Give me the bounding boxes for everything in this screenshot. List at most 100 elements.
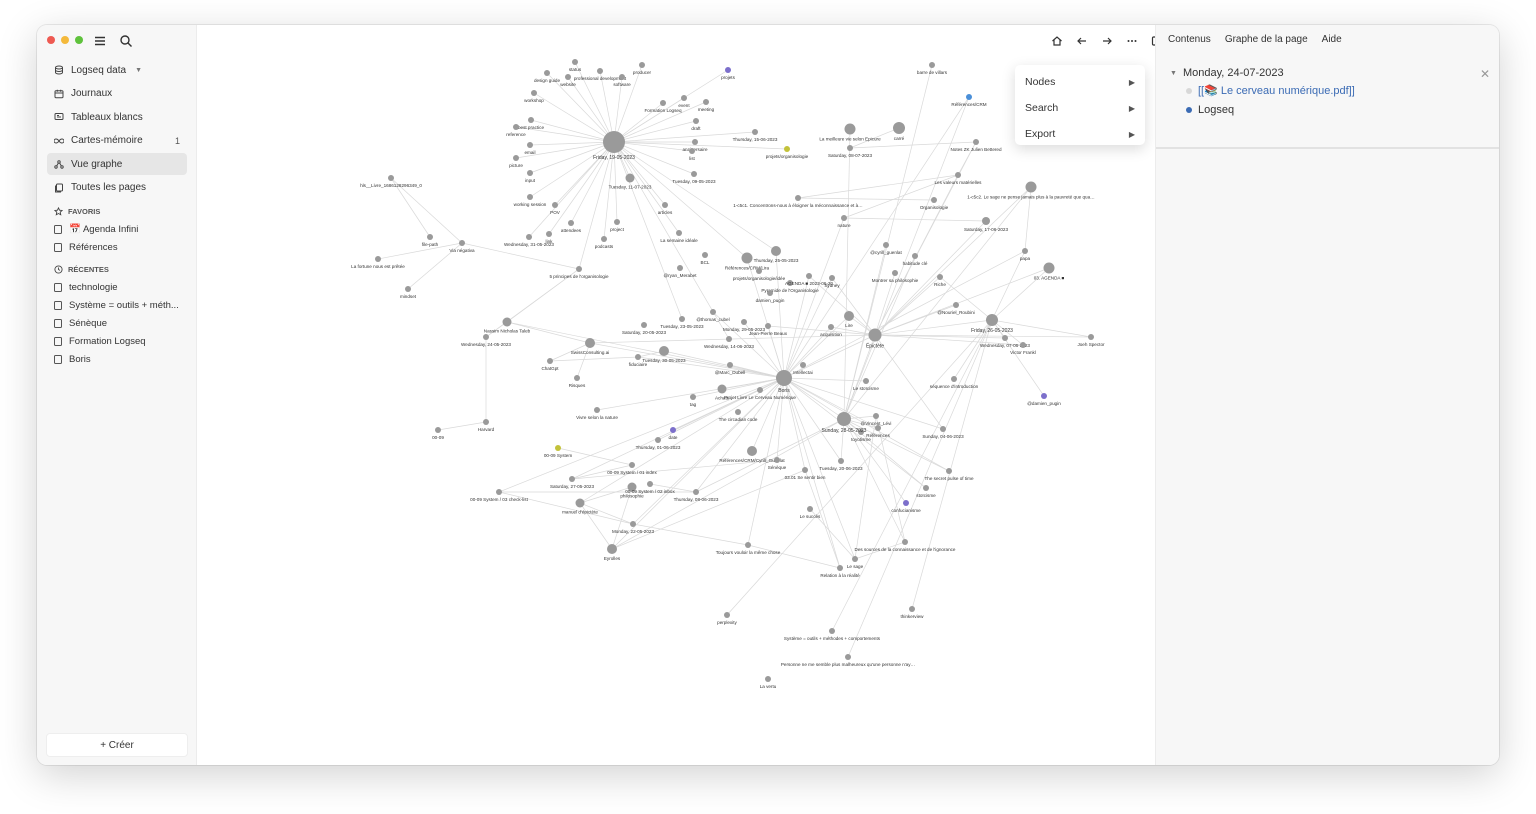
graph-node[interactable]: thinkerview (901, 606, 925, 619)
graph-node-dot[interactable] (951, 376, 957, 382)
graph-node-dot[interactable] (614, 219, 620, 225)
graph-node-dot[interactable] (725, 67, 731, 73)
recent-item[interactable]: Système = outils + méth... (47, 297, 187, 315)
graph-node[interactable]: projets/organisologie (766, 146, 809, 159)
minimize-window-button[interactable] (61, 36, 69, 44)
graph-node[interactable]: 00-09 System (544, 445, 573, 458)
graph-node-dot[interactable] (375, 256, 381, 262)
graph-node-dot[interactable] (526, 234, 532, 240)
graph-node-dot[interactable] (483, 419, 489, 425)
graph-node-dot[interactable] (1088, 334, 1094, 340)
graph-node-dot[interactable] (619, 74, 625, 80)
graph-node[interactable]: La meilleure vie selon Epicure (819, 123, 881, 142)
graph-node-dot[interactable] (873, 413, 879, 419)
graph-node-dot[interactable] (955, 172, 961, 178)
graph-node-dot[interactable] (982, 217, 990, 225)
create-button[interactable]: + Créer (46, 733, 188, 757)
menu-icon[interactable] (92, 33, 108, 49)
graph-node[interactable]: project (610, 219, 625, 232)
favorites-header[interactable]: FAVORIS (47, 203, 187, 221)
graph-node[interactable]: best practice (518, 117, 544, 130)
menu-item-export[interactable]: Export ▶ (1015, 121, 1145, 147)
graph-node-dot[interactable] (845, 654, 851, 660)
graph-node-dot[interactable] (784, 146, 790, 152)
sidebar-item-all-pages[interactable]: Toutes les pages (47, 177, 187, 199)
graph-node-dot[interactable] (923, 485, 929, 491)
graph-node-dot[interactable] (670, 427, 676, 433)
graph-node-dot[interactable] (946, 468, 952, 474)
back-arrow-icon[interactable] (1074, 33, 1090, 49)
graph-node-dot[interactable] (641, 322, 647, 328)
graph-switcher[interactable]: Logseq data ▼ (47, 59, 187, 81)
graph-node-dot[interactable] (852, 556, 858, 562)
tab-page-graph[interactable]: Graphe de la page (1225, 34, 1308, 45)
graph-node-dot[interactable] (1025, 181, 1037, 193)
recents-header[interactable]: RÉCENTES (47, 261, 187, 279)
graph-node-dot[interactable] (893, 122, 905, 134)
graph-node[interactable]: podcasts (595, 236, 614, 249)
graph-node[interactable]: status (569, 59, 582, 72)
graph-node-dot[interactable] (847, 145, 853, 151)
graph-node[interactable]: tag (690, 394, 697, 407)
graph-node[interactable]: séquence d'introduction (930, 376, 979, 389)
graph-node-dot[interactable] (752, 129, 758, 135)
graph-node-dot[interactable] (585, 338, 595, 348)
graph-node[interactable]: working session (514, 194, 547, 207)
graph-node[interactable]: Lire (844, 311, 854, 328)
forward-arrow-icon[interactable] (1099, 33, 1115, 49)
graph-node[interactable]: Le succès (800, 506, 821, 519)
graph-node[interactable]: Des sources de la connaissance et de l'i… (855, 539, 956, 552)
graph-node-dot[interactable] (1002, 335, 1008, 341)
graph-node-dot[interactable] (662, 202, 668, 208)
graph-node-dot[interactable] (527, 142, 533, 148)
graph-node-dot[interactable] (892, 270, 898, 276)
graph-node-dot[interactable] (679, 316, 685, 322)
graph-node[interactable]: Tuesday, 09-05-2023 (672, 171, 716, 184)
graph-node-dot[interactable] (747, 446, 757, 456)
graph-node[interactable]: nature (837, 215, 851, 228)
graph-node[interactable]: Vivre selon la nature (576, 407, 618, 420)
graph-node-dot[interactable] (802, 467, 808, 473)
graph-node[interactable]: Via négativa (449, 240, 475, 253)
graph-node[interactable]: Wednesday, 14-06-2023 (704, 336, 754, 349)
graph-node[interactable]: ChatGpt (541, 358, 559, 371)
graph-node[interactable]: stoïcisme (916, 485, 936, 498)
home-icon[interactable] (1049, 33, 1065, 49)
graph-node-dot[interactable] (903, 500, 909, 506)
graph-node-dot[interactable] (659, 346, 669, 356)
graph-node[interactable]: La fortune nous est prêtée (351, 256, 405, 269)
graph-node-dot[interactable] (795, 195, 801, 201)
graph-node-dot[interactable] (702, 252, 708, 258)
graph-node-dot[interactable] (756, 268, 762, 274)
graph-node-dot[interactable] (601, 236, 607, 242)
graph-node-dot[interactable] (771, 246, 781, 256)
graph-node-dot[interactable] (531, 90, 537, 96)
graph-node[interactable]: Achats (715, 384, 730, 401)
graph-node[interactable]: POV (550, 202, 561, 215)
graph-node[interactable]: barre de villars (917, 62, 948, 75)
graph-node-dot[interactable] (483, 334, 489, 340)
graph-node-dot[interactable] (765, 323, 771, 329)
graph-node-dot[interactable] (800, 362, 806, 368)
graph-node-dot[interactable] (953, 302, 959, 308)
graph-node-dot[interactable] (597, 68, 603, 74)
graph-node-dot[interactable] (635, 354, 641, 360)
graph-node[interactable]: La vertu (760, 676, 777, 689)
graph-node[interactable]: manuel d'épictète (562, 498, 598, 515)
graph-node-dot[interactable] (576, 266, 582, 272)
sidebar-item-graph-view[interactable]: Vue graphe (47, 153, 187, 175)
graph-node[interactable]: meeting (698, 99, 715, 112)
graph-node[interactable]: 1-c5c2. Le sage ne pense jamais plus à l… (967, 181, 1095, 200)
graph-node[interactable]: attendees (561, 220, 582, 233)
close-window-button[interactable] (47, 36, 55, 44)
graph-node-dot[interactable] (774, 457, 780, 463)
recent-item[interactable]: Boris (47, 351, 187, 369)
graph-svg[interactable]: status professional development design gui… (198, 25, 1155, 765)
graph-node[interactable]: Saturday, 27-05-2023 (550, 476, 595, 489)
search-icon[interactable] (118, 33, 134, 49)
graph-node-dot[interactable] (681, 95, 687, 101)
graph-node-dot[interactable] (544, 70, 550, 76)
graph-node[interactable]: event (678, 95, 690, 108)
graph-node-dot[interactable] (765, 676, 771, 682)
graph-node-dot[interactable] (883, 242, 889, 248)
